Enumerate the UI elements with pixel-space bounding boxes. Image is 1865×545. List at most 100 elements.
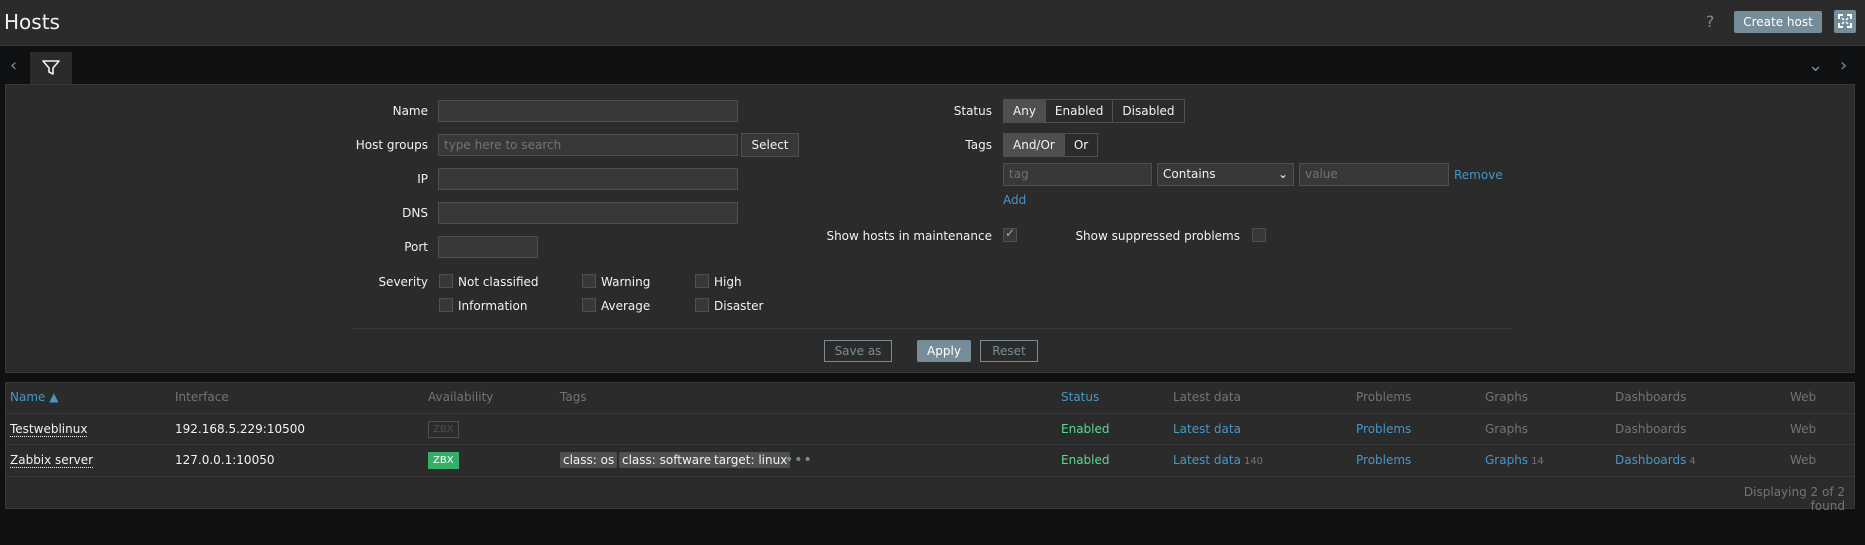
help-icon[interactable]: ?: [1701, 12, 1719, 32]
severity-checkbox-warning[interactable]: [582, 274, 596, 288]
graphs-link: Graphs: [1485, 422, 1529, 436]
severity-checkbox-not-classified[interactable]: [439, 274, 453, 288]
column-interface: Interface: [175, 390, 229, 404]
graphs-count: 14: [1531, 456, 1544, 467]
column-availability: Availability: [428, 390, 494, 404]
dns-label: DNS: [402, 206, 428, 220]
maintenance-checkbox[interactable]: [1003, 226, 1017, 242]
web-link: Web: [1790, 422, 1817, 436]
graphs-label: Graphs: [1485, 453, 1529, 467]
status-disabled-option[interactable]: Disabled: [1113, 100, 1184, 122]
host-status-toggle[interactable]: Enabled: [1061, 422, 1110, 436]
tags-andor-option[interactable]: And/Or: [1004, 134, 1065, 156]
row-divider: [6, 444, 1854, 445]
page-title: Hosts: [4, 10, 60, 34]
latest-data-link[interactable]: Latest data 140: [1173, 453, 1263, 467]
status-enabled-option[interactable]: Enabled: [1045, 100, 1114, 122]
table-footer-count: Displaying 2 of 2 found: [1743, 485, 1845, 513]
severity-checkbox-information[interactable]: [439, 298, 453, 312]
status-segmented-control: Any Enabled Disabled: [1003, 99, 1185, 123]
host-groups-label: Host groups: [355, 138, 428, 152]
severity-high-label: High: [714, 275, 742, 289]
column-latest-data: Latest data: [1173, 390, 1241, 404]
severity-warning-label: Warning: [601, 275, 651, 289]
status-label: Status: [953, 104, 992, 118]
dashboards-link: Dashboards: [1615, 422, 1687, 436]
chevron-left-icon[interactable]: ‹: [10, 55, 17, 76]
column-problems: Problems: [1356, 390, 1412, 404]
fullscreen-icon: [1838, 14, 1852, 28]
tags-evaltype-control: And/Or Or: [1003, 133, 1099, 157]
host-name-link[interactable]: Testweblinux: [10, 422, 88, 437]
create-host-button[interactable]: Create host: [1734, 11, 1822, 33]
host-groups-input[interactable]: type here to search: [438, 134, 738, 156]
availability-badge: ZBX: [428, 452, 459, 469]
problems-link[interactable]: Problems: [1356, 453, 1411, 467]
column-web: Web: [1790, 390, 1817, 404]
column-name[interactable]: Name ▲: [10, 390, 58, 404]
host-interface: 127.0.0.1:10050: [175, 453, 275, 467]
name-label: Name: [392, 104, 428, 118]
web-link: Web: [1790, 453, 1817, 467]
tag-operator-select[interactable]: Contains ⌄: [1157, 163, 1294, 186]
availability-badge: ZBX: [428, 421, 459, 438]
tag-name-input[interactable]: tag: [1003, 163, 1152, 186]
page-header: Hosts ? Create host: [0, 0, 1865, 46]
tag-remove-link[interactable]: Remove: [1454, 168, 1503, 182]
save-as-button[interactable]: Save as: [824, 340, 892, 362]
header-divider: [6, 413, 1854, 414]
port-label: Port: [404, 240, 428, 254]
suppressed-checkbox[interactable]: [1252, 228, 1266, 242]
ip-label: IP: [417, 172, 428, 186]
name-input[interactable]: [438, 100, 738, 122]
host-groups-select-button[interactable]: Select: [741, 133, 799, 157]
host-status-toggle[interactable]: Enabled: [1061, 453, 1110, 467]
chevron-down-icon[interactable]: ⌄: [1808, 55, 1823, 76]
severity-label: Severity: [378, 275, 428, 289]
reset-button[interactable]: Reset: [980, 340, 1038, 362]
more-tags-icon[interactable]: •••: [785, 452, 813, 468]
tags-label: Tags: [965, 138, 992, 152]
chevron-right-icon[interactable]: ›: [1840, 55, 1847, 76]
maintenance-label: Show hosts in maintenance: [826, 229, 992, 243]
severity-information-label: Information: [458, 299, 528, 313]
filter-tab[interactable]: [30, 52, 72, 84]
fullscreen-button[interactable]: [1834, 10, 1856, 33]
ip-input[interactable]: [438, 168, 738, 190]
tag-operator-value: Contains: [1163, 167, 1216, 181]
tag-chip[interactable]: target: linux: [711, 452, 791, 468]
chevron-down-icon: ⌄: [1277, 167, 1288, 181]
dashboards-label: Dashboards: [1615, 453, 1687, 467]
filter-divider: [352, 328, 1512, 329]
tag-chip[interactable]: class: os: [560, 452, 618, 468]
host-interface: 192.168.5.229:10500: [175, 422, 306, 436]
suppressed-label: Show suppressed problems: [1075, 229, 1240, 243]
column-tags: Tags: [560, 390, 587, 404]
host-name-link[interactable]: Zabbix server: [10, 453, 94, 468]
row-divider: [6, 476, 1854, 477]
tags-or-option[interactable]: Or: [1064, 134, 1098, 156]
latest-data-count: 140: [1243, 456, 1264, 467]
dns-input[interactable]: [438, 202, 738, 224]
latest-data-label: Latest data: [1173, 453, 1241, 467]
tag-chip[interactable]: class: software: [619, 452, 715, 468]
dashboards-link[interactable]: Dashboards 4: [1615, 453, 1696, 467]
status-any-option[interactable]: Any: [1004, 100, 1046, 122]
severity-not-classified-label: Not classified: [458, 275, 539, 289]
severity-checkbox-high[interactable]: [695, 274, 709, 288]
latest-data-link[interactable]: Latest data: [1173, 422, 1241, 436]
tag-value-input[interactable]: value: [1299, 163, 1449, 186]
severity-disaster-label: Disaster: [714, 299, 764, 313]
tag-add-link[interactable]: Add: [1003, 193, 1026, 207]
dashboards-count: 4: [1689, 456, 1696, 467]
severity-checkbox-average[interactable]: [582, 298, 596, 312]
problems-link[interactable]: Problems: [1356, 422, 1411, 436]
filter-icon: [42, 60, 60, 75]
port-input[interactable]: [438, 236, 538, 258]
column-status[interactable]: Status: [1061, 390, 1099, 404]
column-dashboards: Dashboards: [1615, 390, 1687, 404]
apply-button[interactable]: Apply: [917, 340, 971, 362]
severity-checkbox-disaster[interactable]: [695, 298, 709, 312]
severity-average-label: Average: [601, 299, 651, 313]
graphs-link[interactable]: Graphs 14: [1485, 453, 1544, 467]
